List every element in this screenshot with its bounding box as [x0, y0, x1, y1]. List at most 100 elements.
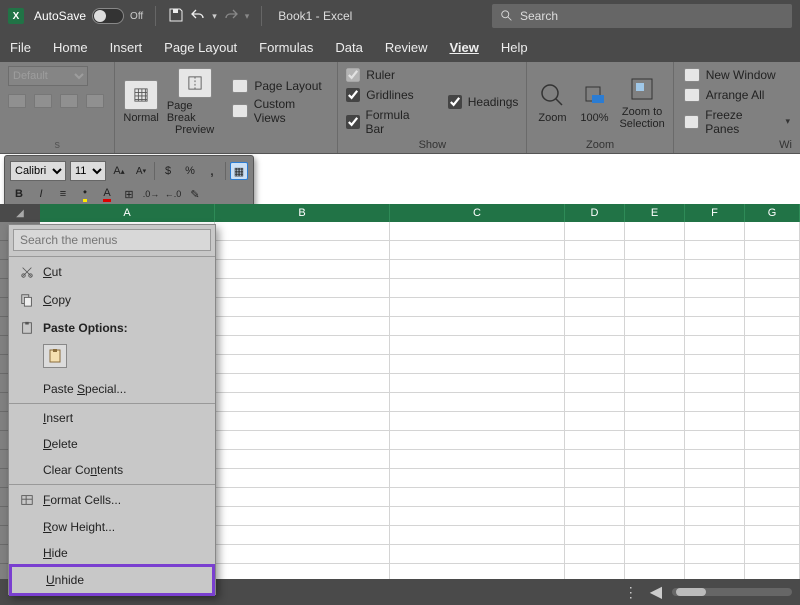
cell[interactable] [565, 279, 625, 298]
comma-format-icon[interactable]: , [203, 162, 221, 180]
horizontal-scrollbar[interactable] [672, 588, 792, 596]
cell[interactable] [390, 488, 565, 507]
decrease-font-icon[interactable]: A▾ [132, 162, 150, 180]
tab-view[interactable]: View [449, 38, 478, 57]
cell[interactable] [565, 545, 625, 564]
cell[interactable] [625, 393, 685, 412]
keep-icon[interactable] [8, 94, 26, 108]
cell[interactable] [625, 545, 685, 564]
cell[interactable] [745, 336, 800, 355]
cell[interactable] [685, 374, 745, 393]
cell[interactable] [215, 317, 390, 336]
cell[interactable] [390, 526, 565, 545]
exit-icon[interactable] [34, 94, 52, 108]
save-icon[interactable] [168, 7, 184, 26]
cell[interactable] [215, 393, 390, 412]
custom-views-button[interactable]: Custom Views [230, 96, 329, 126]
cell[interactable] [685, 507, 745, 526]
cell[interactable] [390, 507, 565, 526]
cell[interactable] [565, 241, 625, 260]
cell[interactable] [390, 469, 565, 488]
normal-view-button[interactable]: Normal [123, 80, 158, 124]
ruler-checkbox[interactable]: Ruler [346, 68, 427, 82]
cell[interactable] [390, 355, 565, 374]
cell[interactable] [625, 260, 685, 279]
cell[interactable] [625, 469, 685, 488]
cell[interactable] [215, 260, 390, 279]
cell[interactable] [215, 488, 390, 507]
cell[interactable] [745, 545, 800, 564]
font-select[interactable]: Calibri [10, 161, 66, 181]
cell[interactable] [565, 564, 625, 579]
font-color-icon[interactable]: A [98, 185, 116, 203]
cell[interactable] [390, 431, 565, 450]
menu-paste-special[interactable]: Paste Special... [9, 376, 215, 402]
headings-checkbox[interactable]: Headings [448, 95, 519, 109]
zoom-100-button[interactable]: 100% [577, 80, 611, 124]
dropdown-icon[interactable]: ▾ [212, 11, 217, 22]
cell[interactable] [215, 374, 390, 393]
tab-home[interactable]: Home [53, 38, 88, 57]
cell[interactable] [685, 336, 745, 355]
cell[interactable] [565, 450, 625, 469]
menu-delete[interactable]: Delete [9, 431, 215, 457]
cell[interactable] [685, 317, 745, 336]
cell[interactable] [685, 564, 745, 579]
cell[interactable] [565, 469, 625, 488]
cell[interactable] [565, 431, 625, 450]
bold-icon[interactable]: B [10, 185, 28, 203]
cell[interactable] [745, 241, 800, 260]
cell[interactable] [625, 355, 685, 374]
cell[interactable] [390, 374, 565, 393]
cell[interactable] [685, 450, 745, 469]
increase-decimal-icon[interactable]: .0→ [142, 185, 160, 203]
cell[interactable] [625, 336, 685, 355]
scroll-left-icon[interactable]: ◀ [650, 582, 662, 602]
cell[interactable] [625, 507, 685, 526]
cell[interactable] [745, 431, 800, 450]
menu-copy[interactable]: Copy [9, 286, 215, 314]
freeze-panes-button[interactable]: Freeze Panes▾ [682, 107, 792, 137]
cell[interactable] [565, 298, 625, 317]
cell[interactable] [685, 469, 745, 488]
cell[interactable] [390, 317, 565, 336]
cell[interactable] [625, 241, 685, 260]
cell[interactable] [215, 355, 390, 374]
arrange-all-button[interactable]: Arrange All [682, 87, 792, 103]
menu-paste-button[interactable] [9, 342, 215, 376]
cell[interactable] [745, 507, 800, 526]
increase-font-icon[interactable]: A▴ [110, 162, 128, 180]
percent-format-icon[interactable]: % [181, 162, 199, 180]
accounting-format-icon[interactable]: $ [159, 162, 177, 180]
cell[interactable] [215, 222, 390, 241]
cell[interactable] [215, 279, 390, 298]
cell[interactable] [390, 298, 565, 317]
cell[interactable] [565, 374, 625, 393]
tab-page-layout[interactable]: Page Layout [164, 38, 237, 57]
cell[interactable] [685, 393, 745, 412]
search-box[interactable]: Search [492, 4, 792, 28]
cell[interactable] [625, 488, 685, 507]
cell[interactable] [565, 260, 625, 279]
col-header-F[interactable]: F [685, 204, 745, 222]
cell[interactable] [625, 526, 685, 545]
cell[interactable] [625, 431, 685, 450]
tab-file[interactable]: File [10, 38, 31, 57]
cell[interactable] [215, 545, 390, 564]
new-window-button[interactable]: New Window [682, 67, 792, 83]
cell[interactable] [565, 336, 625, 355]
cell[interactable] [745, 355, 800, 374]
cell[interactable] [685, 279, 745, 298]
cell[interactable] [745, 469, 800, 488]
cell[interactable] [215, 526, 390, 545]
cell[interactable] [685, 526, 745, 545]
cell[interactable] [565, 412, 625, 431]
zoom-button[interactable]: Zoom [535, 80, 569, 124]
menu-unhide[interactable]: Unhide [12, 567, 212, 593]
tab-formulas[interactable]: Formulas [259, 38, 313, 57]
cell[interactable] [745, 564, 800, 579]
cell[interactable] [215, 298, 390, 317]
cell[interactable] [625, 374, 685, 393]
select-all-corner[interactable]: ◢ [0, 204, 40, 222]
menu-row-height[interactable]: Row Height... [9, 514, 215, 540]
